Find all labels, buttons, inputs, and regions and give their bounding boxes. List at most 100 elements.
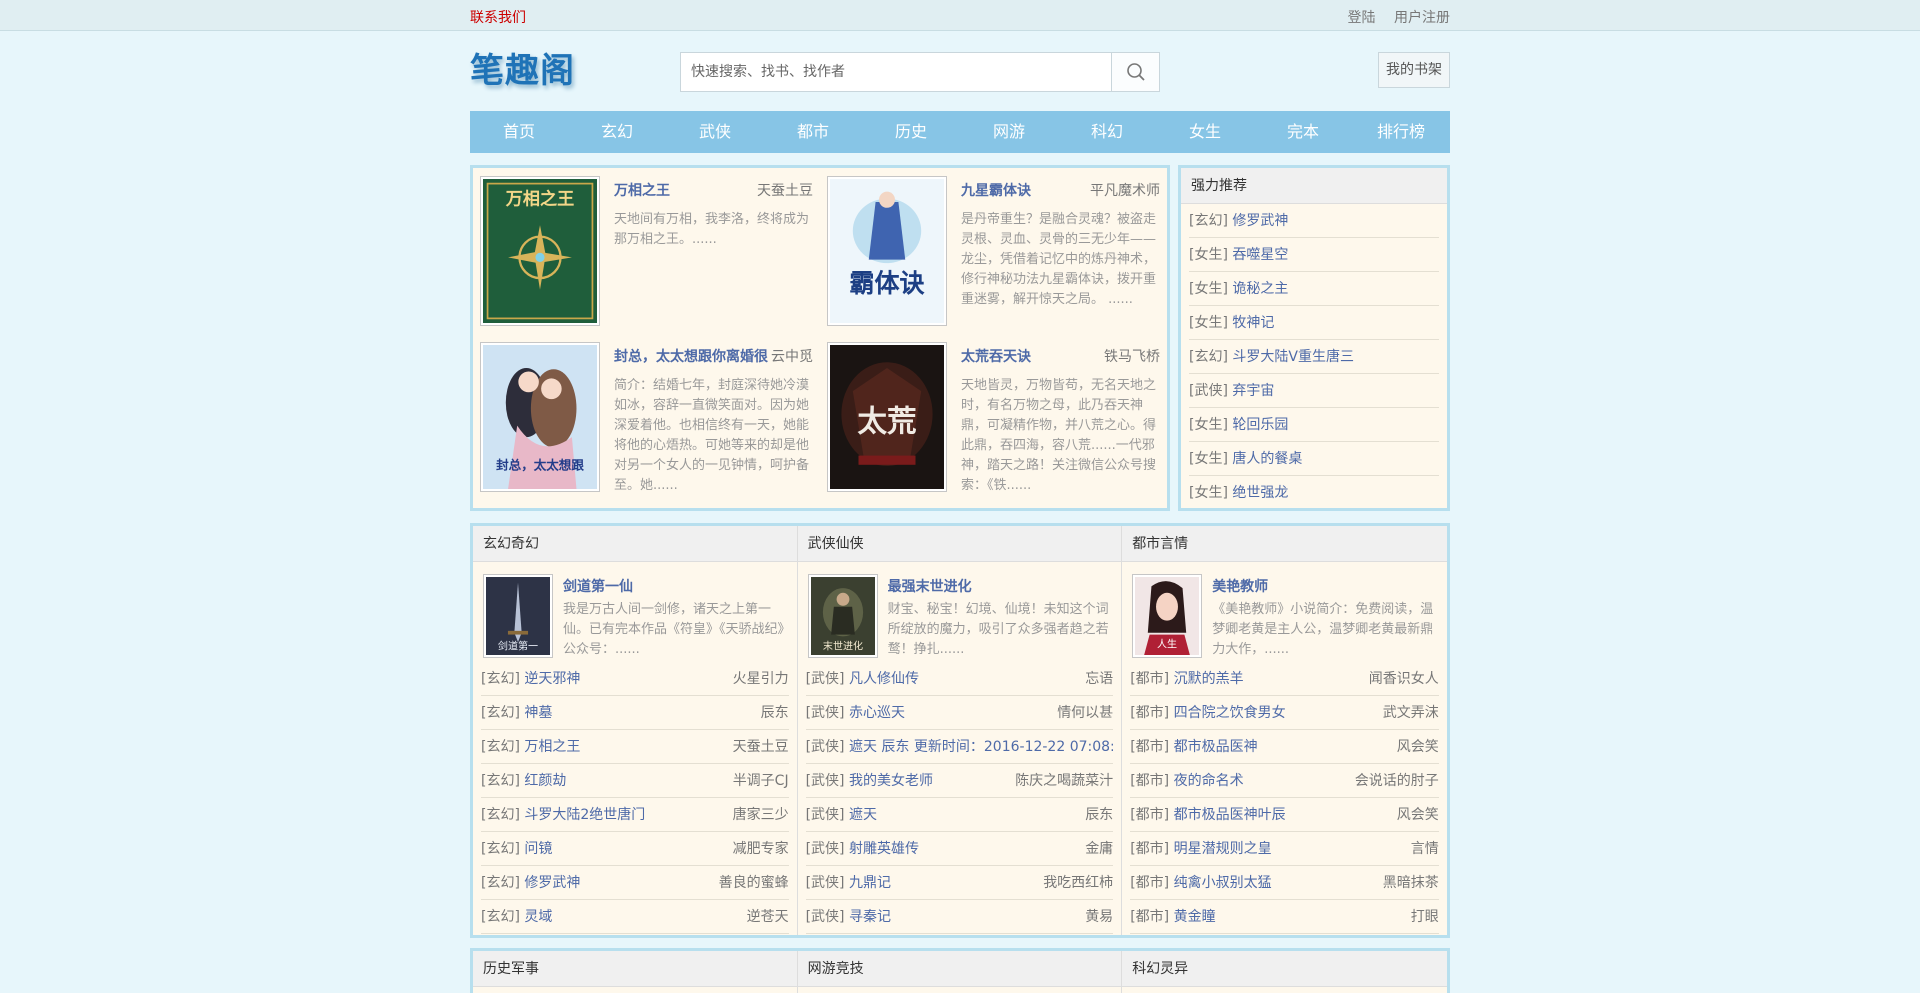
item-name[interactable]: 都市极品医神叶辰 — [1174, 807, 1286, 823]
nav-item-kehuan[interactable]: 科幻 — [1058, 111, 1156, 153]
book-cover[interactable]: 封总，太太想跟 — [480, 342, 600, 492]
list-item[interactable]: [都市] 夜的命名术 会说话的肘子 — [1130, 764, 1439, 798]
item-author[interactable]: 唐家三少 — [733, 798, 789, 831]
item-name[interactable]: 遮天 — [849, 807, 877, 823]
item-name[interactable]: 四合院之饮食男女 — [1174, 705, 1286, 721]
book-cover[interactable]: 末世进化 — [807, 574, 878, 658]
book-title[interactable]: 封总，太太想跟你离婚很 — [614, 346, 768, 366]
item-name[interactable]: 轮回乐园 — [1232, 417, 1288, 433]
item-name[interactable]: 凡人修仙传 — [849, 671, 919, 687]
category-title[interactable]: 网游竞技 — [797, 951, 1122, 987]
item-name[interactable]: 神墓 — [524, 705, 552, 721]
list-item[interactable]: [玄幻] 修罗武神 — [1189, 204, 1439, 238]
item-name[interactable]: 斗罗大陆V重生唐三 — [1232, 349, 1354, 365]
item-author[interactable]: 逆苍天 — [747, 900, 789, 933]
book-cover[interactable]: 剑道第一 — [483, 574, 553, 658]
register-link[interactable]: 用户注册 — [1394, 10, 1450, 26]
item-author[interactable]: 火星引力 — [733, 662, 789, 695]
list-item[interactable]: [女生] 吞噬星空 — [1189, 238, 1439, 272]
item-name[interactable]: 万相之王 — [524, 739, 580, 755]
book-author[interactable]: 天蚕土豆 — [757, 180, 813, 200]
item-author[interactable]: 会说话的肘子 — [1355, 764, 1439, 797]
search-input[interactable] — [681, 53, 1111, 91]
item-name[interactable]: 灵域 — [524, 909, 552, 925]
item-name[interactable]: 纯禽小叔别太猛 — [1174, 875, 1272, 891]
item-name[interactable]: 绝世强龙 — [1232, 485, 1288, 501]
item-name[interactable]: 都市极品医神 — [1174, 739, 1258, 755]
nav-item-wuxia[interactable]: 武侠 — [666, 111, 764, 153]
item-name[interactable]: 弃宇宙 — [1232, 383, 1274, 399]
book-cover[interactable]: 霸体诀 — [827, 176, 947, 326]
nav-item-wanben[interactable]: 完本 — [1254, 111, 1352, 153]
list-item[interactable]: [女生] 绝世强龙 — [1189, 476, 1439, 508]
item-author[interactable]: 忘语 — [1085, 662, 1113, 695]
book-title[interactable]: 九星霸体诀 — [961, 180, 1031, 200]
book-author[interactable]: 铁马飞桥 — [1104, 346, 1160, 366]
item-author[interactable]: 陈庆之喝蔬菜汁 — [1015, 764, 1113, 797]
item-author[interactable]: 辰东 — [1085, 798, 1113, 831]
item-name[interactable]: 问镜 — [524, 841, 552, 857]
list-item[interactable]: [武侠] 遮天 辰东 — [805, 798, 1114, 832]
nav-item-wangyou[interactable]: 网游 — [960, 111, 1058, 153]
list-item[interactable]: [玄幻] 逆天邪神 火星引力 — [481, 662, 789, 696]
item-author[interactable]: 打眼 — [1411, 900, 1439, 933]
item-author[interactable]: 黄易 — [1085, 900, 1113, 933]
item-name[interactable]: 红颜劫 — [524, 773, 566, 789]
list-item[interactable]: [都市] 四合院之饮食男女 武文弄沫 — [1130, 696, 1439, 730]
list-item[interactable]: [都市] 都市极品医神 风会笑 — [1130, 730, 1439, 764]
book-title[interactable]: 万相之王 — [614, 180, 670, 200]
item-name[interactable]: 寻秦记 — [849, 909, 891, 925]
category-title[interactable]: 玄幻奇幻 — [473, 526, 797, 562]
item-author[interactable]: 武文弄沫 — [1383, 696, 1439, 729]
item-name[interactable]: 九鼎记 — [849, 875, 891, 891]
nav-item-nvsheng[interactable]: 女生 — [1156, 111, 1254, 153]
item-author[interactable]: 言情 — [1411, 832, 1439, 865]
list-item[interactable]: [都市] 明星潜规则之皇 言情 — [1130, 832, 1439, 866]
nav-item-dushi[interactable]: 都市 — [764, 111, 862, 153]
site-logo[interactable]: 笔趣阁 — [470, 43, 575, 92]
list-item[interactable]: [都市] 都市极品医神叶辰 风会笑 — [1130, 798, 1439, 832]
nav-item-ranking[interactable]: 排行榜 — [1352, 111, 1450, 153]
book-title[interactable]: 美艳教师 — [1212, 576, 1268, 596]
list-item[interactable]: [玄幻] 斗罗大陆V重生唐三 — [1189, 340, 1439, 374]
item-author[interactable]: 风会笑 — [1397, 798, 1439, 831]
book-cover[interactable]: 太荒 — [827, 342, 947, 492]
item-name[interactable]: 诡秘之主 — [1232, 281, 1288, 297]
item-author[interactable]: 半调子CJ — [733, 764, 789, 797]
list-item[interactable]: [武侠] 射雕英雄传 金庸 — [805, 832, 1114, 866]
item-name[interactable]: 明星潜规则之皇 — [1174, 841, 1272, 857]
list-item[interactable]: [都市] 黄金瞳 打眼 — [1130, 900, 1439, 934]
contact-link[interactable]: 联系我们 — [470, 7, 526, 27]
list-item[interactable]: [女生] 诡秘之主 — [1189, 272, 1439, 306]
nav-item-xuanhuan[interactable]: 玄幻 — [568, 111, 666, 153]
list-item[interactable]: [武侠] 寻秦记 黄易 — [805, 900, 1114, 934]
item-author[interactable]: 闻香识女人 — [1369, 662, 1439, 695]
list-item[interactable]: [玄幻] 神墓 辰东 — [481, 696, 789, 730]
list-item[interactable]: [武侠] 凡人修仙传 忘语 — [805, 662, 1114, 696]
item-name[interactable]: 牧神记 — [1232, 315, 1274, 331]
nav-item-lishi[interactable]: 历史 — [862, 111, 960, 153]
item-name[interactable]: 遮天 辰东 更新时间：2016-12-22 07:08:31 — [849, 739, 1113, 755]
category-title[interactable]: 都市言情 — [1122, 526, 1447, 562]
list-item[interactable]: [玄幻] 斗罗大陆2绝世唐门 唐家三少 — [481, 798, 789, 832]
book-cover[interactable]: 人生 — [1132, 574, 1203, 658]
book-cover[interactable]: 万相之王 — [480, 176, 600, 326]
item-name[interactable]: 斗罗大陆2绝世唐门 — [524, 807, 645, 823]
item-name[interactable]: 修罗武神 — [1232, 213, 1288, 229]
category-title[interactable]: 科幻灵异 — [1122, 951, 1447, 987]
item-author[interactable]: 金庸 — [1085, 832, 1113, 865]
list-item[interactable]: [武侠] 赤心巡天 情何以甚 — [805, 696, 1114, 730]
item-author[interactable]: 减肥专家 — [733, 832, 789, 865]
item-author[interactable]: 我吃西红柿 — [1043, 866, 1113, 899]
book-author[interactable]: 平凡魔术师 — [1090, 180, 1160, 200]
item-author[interactable]: 善良的蜜蜂 — [719, 866, 789, 899]
item-name[interactable]: 修罗武神 — [524, 875, 580, 891]
item-name[interactable]: 我的美女老师 — [849, 773, 933, 789]
list-item[interactable]: [武侠] 弃宇宙 — [1189, 374, 1439, 408]
list-item[interactable]: [都市] 沉默的羔羊 闻香识女人 — [1130, 662, 1439, 696]
list-item[interactable]: [武侠] 九鼎记 我吃西红柿 — [805, 866, 1114, 900]
item-author[interactable]: 情何以甚 — [1057, 696, 1113, 729]
book-author[interactable]: 云中觅 — [771, 346, 813, 366]
bookshelf-button[interactable]: 我的书架 — [1378, 52, 1450, 88]
list-item[interactable]: [玄幻] 万相之王 天蚕土豆 — [481, 730, 789, 764]
